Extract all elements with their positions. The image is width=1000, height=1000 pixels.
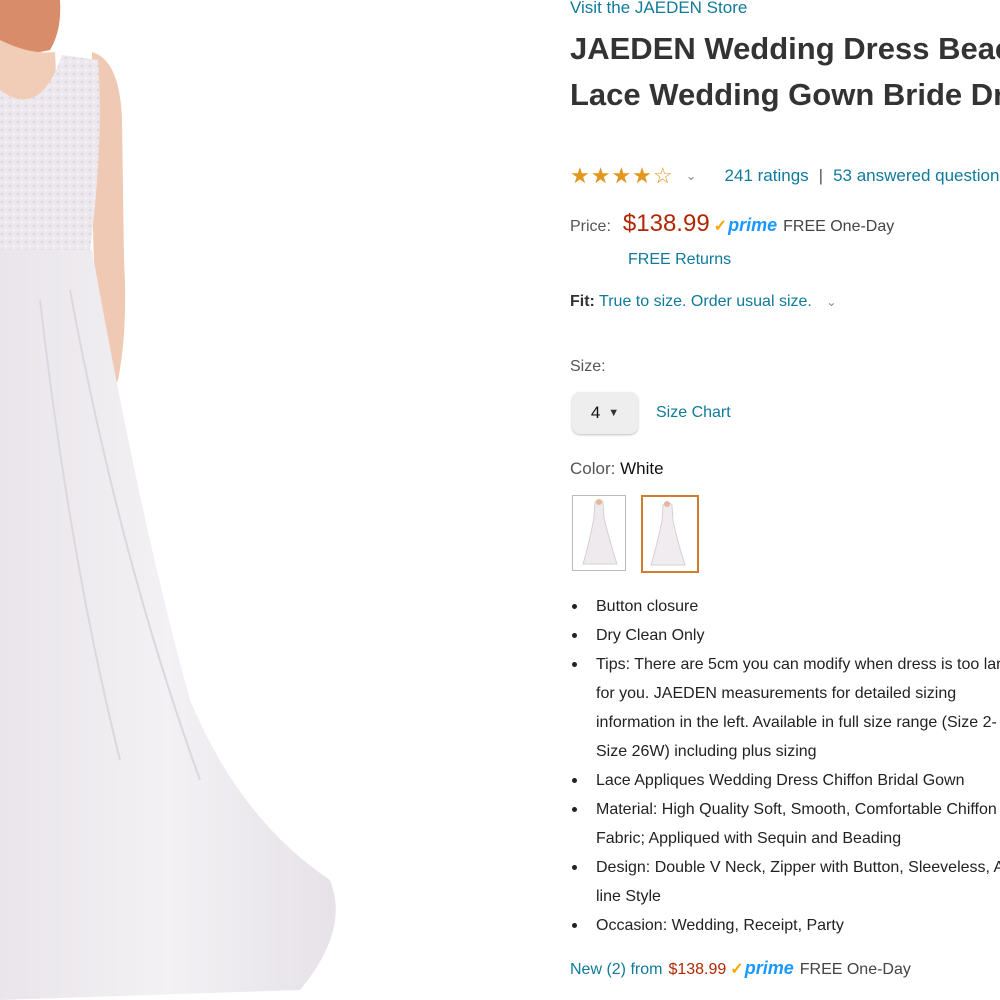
list-item: Occasion: Wedding, Receipt, Party <box>570 911 1000 940</box>
price-label: Price: <box>570 218 611 235</box>
free-delivery-text: FREE One-Day <box>783 218 895 235</box>
size-chart-link[interactable]: Size Chart <box>656 404 731 422</box>
color-label: Color: <box>570 459 616 478</box>
size-dropdown[interactable]: 4 ▼ <box>572 392 638 434</box>
fit-row[interactable]: Fit: True to size. Order usual size. ⌄ <box>570 293 836 311</box>
size-label: Size: <box>570 358 606 375</box>
chevron-down-icon[interactable]: ⌄ <box>686 168 697 184</box>
star-rating-icon[interactable]: ★★★★☆ <box>570 163 674 189</box>
list-item: Dry Clean Only <box>570 621 1000 650</box>
prime-check-icon: ✓ <box>713 218 728 235</box>
new-offers-price: $138.99 <box>668 961 727 978</box>
store-link[interactable]: Visit the JAEDEN Store <box>570 0 747 18</box>
list-item: Lace Appliques Wedding Dress Chiffon Bri… <box>570 766 1000 795</box>
free-delivery-text: FREE One-Day <box>799 961 911 978</box>
color-swatch-white-2[interactable] <box>641 495 699 573</box>
product-main-image[interactable] <box>0 0 540 1000</box>
free-returns-link[interactable]: FREE Returns <box>628 251 731 269</box>
answered-questions-link[interactable]: 53 answered questions <box>833 166 1000 186</box>
product-details-panel: Visit the JAEDEN Store JAEDEN Wedding Dr… <box>570 0 1000 1000</box>
list-item: Tips: There are 5cm you can modify when … <box>570 650 1000 766</box>
list-item: Material: High Quality Soft, Smooth, Com… <box>570 795 1000 853</box>
size-selected-value: 4 <box>590 403 601 422</box>
color-swatch-white-1[interactable] <box>572 495 626 571</box>
price-row: Price: $138.99 ✓ prime FREE One-Day <box>570 210 894 238</box>
prime-badge: prime <box>728 215 778 235</box>
rating-row: ★★★★☆ ⌄ 241 ratings | 53 answered questi… <box>570 163 1000 189</box>
product-title: JAEDEN Wedding Dress Beach Dresses Lace … <box>570 31 1000 112</box>
prime-badge: prime <box>744 958 794 978</box>
prime-check-icon: ✓ <box>730 961 744 978</box>
list-item: Button closure <box>570 592 1000 621</box>
chevron-down-icon[interactable]: ⌄ <box>826 295 836 309</box>
list-item: Design: Double V Neck, Zipper with Butto… <box>570 853 1000 911</box>
color-selected-value: White <box>620 459 664 478</box>
fit-text[interactable]: True to size. Order usual size. <box>599 293 812 310</box>
fit-label: Fit: <box>570 293 595 310</box>
feature-bullets: Button closure Dry Clean Only Tips: Ther… <box>570 592 1000 940</box>
new-offers-row[interactable]: New (2) from $138.99 ✓ prime FREE One-Da… <box>570 958 911 979</box>
new-offers-link[interactable]: New (2) from <box>570 961 662 979</box>
chevron-down-icon: ▼ <box>608 407 620 419</box>
ratings-count-link[interactable]: 241 ratings <box>725 166 809 186</box>
rating-separator: | <box>818 166 824 185</box>
color-row: Color: White <box>570 459 664 479</box>
price-amount: $138.99 <box>622 210 710 237</box>
